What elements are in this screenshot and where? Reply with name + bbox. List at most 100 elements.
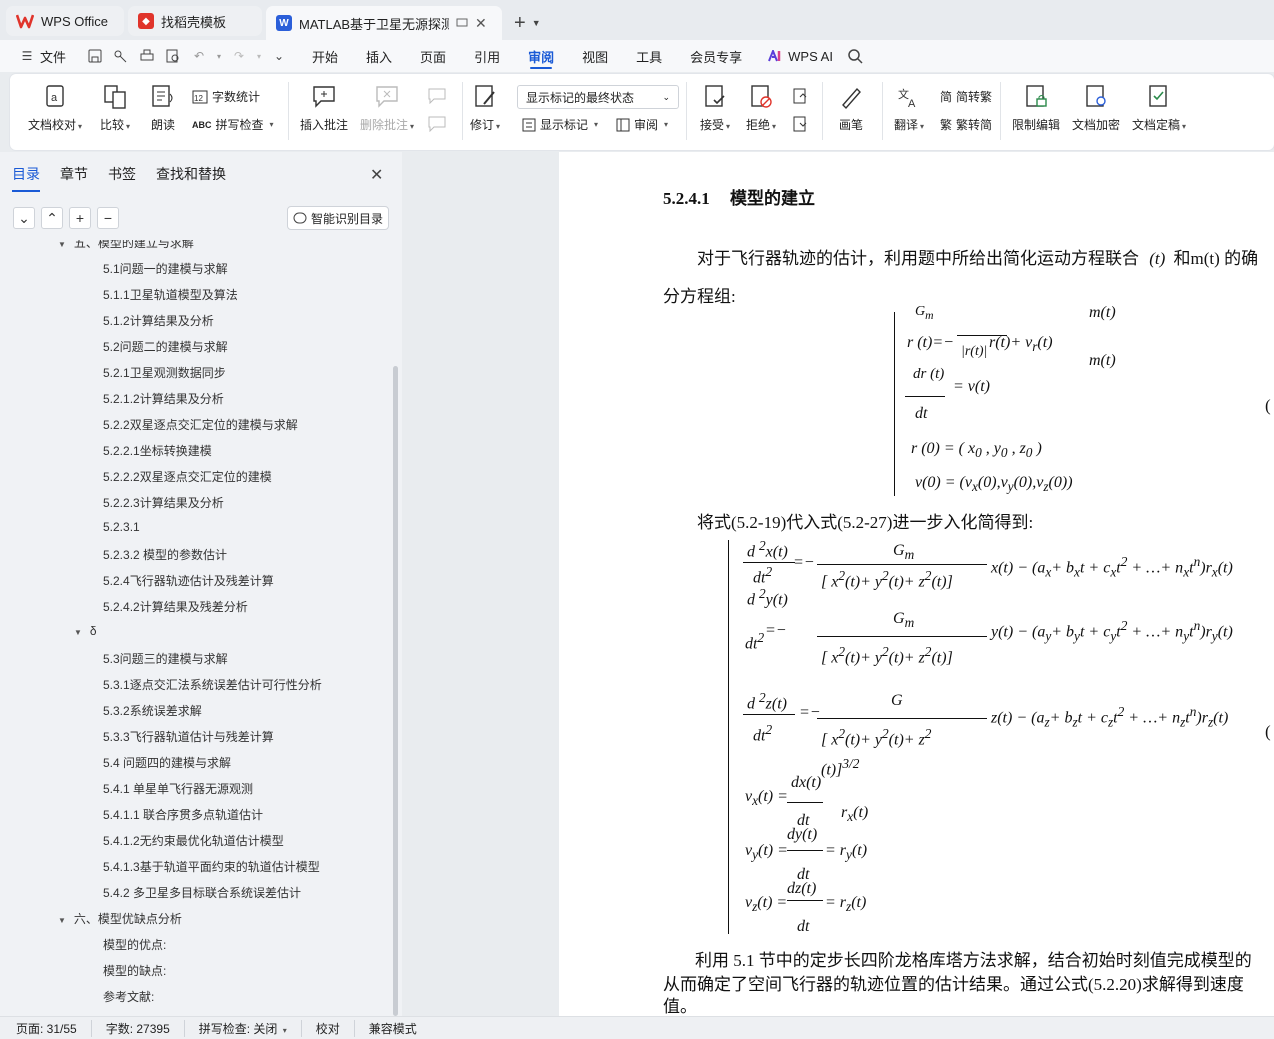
translate-button[interactable]: 文A 翻译 ▾ (894, 84, 924, 133)
toc-item[interactable]: 5.2.3.1 (103, 520, 140, 534)
toc-item[interactable]: 模型的优点: (103, 936, 166, 953)
toc-item[interactable]: 5.2.4.2计算结果及残差分析 (103, 598, 248, 615)
toc-item[interactable]: 5.4.1 单星单飞行器无源观测 (103, 780, 253, 797)
toc-item[interactable]: 5.4.1.1 联合序贯多点轨道估计 (103, 806, 263, 823)
redo-icon[interactable]: ↷ (228, 45, 250, 67)
toc-item[interactable]: 5.4 问题四的建模与求解 (103, 754, 231, 771)
tab-template[interactable]: ◆ 找稻壳模板 (128, 6, 262, 36)
menu-file[interactable]: 文件 (40, 40, 66, 72)
close-icon[interactable]: ✕ (475, 15, 487, 32)
menu-tools[interactable]: 工具 (636, 40, 662, 72)
toc-item[interactable]: 5.2.2双星逐点交汇定位的建模与求解 (103, 416, 298, 433)
remove-heading-button[interactable]: − (97, 207, 119, 229)
toc-item[interactable]: 5.2.2.3计算结果及分析 (103, 494, 224, 511)
toc-item[interactable]: 5.2.3.2 模型的参数估计 (103, 546, 227, 563)
expand-toggle-icon[interactable]: ▼ (58, 916, 66, 925)
prev-comment-button[interactable] (428, 88, 446, 104)
to-traditional-button[interactable]: 繁 繁转简 (940, 116, 992, 133)
tab-chapter[interactable]: 章节 (60, 164, 88, 192)
undo-dropdown-icon[interactable]: ▾ (214, 45, 224, 67)
expand-toggle-icon[interactable]: ▼ (74, 628, 82, 637)
toc-item[interactable]: 5.1.1卫星轨道模型及算法 (103, 286, 238, 303)
new-tab-icon[interactable]: + (514, 12, 526, 35)
toc-item[interactable]: 5.2.1.2计算结果及分析 (103, 390, 224, 407)
menu-view[interactable]: 视图 (582, 40, 608, 72)
toc-item[interactable]: ▼ 五、模型的建立与求解 (58, 240, 194, 251)
share-icon[interactable] (110, 45, 132, 67)
delete-comment-button[interactable]: 删除批注 ▾ (360, 84, 414, 133)
menu-reference[interactable]: 引用 (474, 40, 500, 72)
menu-wps-ai[interactable]: WPS AI (788, 40, 833, 72)
menu-member[interactable]: 会员专享 (690, 40, 742, 72)
toc-item[interactable]: 5.3.1逐点交汇法系统误差估计可行性分析 (103, 676, 322, 693)
document-page[interactable]: 5.2.4.1 模型的建立 对于飞行器轨迹的估计，利用题中所给出简化运动方程联合… (559, 152, 1274, 1016)
redo-dropdown-icon[interactable]: ▾ (254, 45, 264, 67)
toc-item[interactable]: 5.4.1.2无约束最优化轨道估计模型 (103, 832, 284, 849)
to-simplified-button[interactable]: 简 简转繁 (940, 88, 992, 105)
finalize-button[interactable]: 文档定稿 ▾ (1132, 84, 1186, 133)
expand-toggle-icon[interactable]: ▼ (58, 240, 66, 249)
prev-change-button[interactable] (792, 88, 808, 104)
toc-item[interactable]: 模型的缺点: (103, 962, 166, 979)
toc-item[interactable]: 5.4.2 多卫星多目标联合系统误差估计 (103, 884, 301, 901)
toc-item[interactable]: 5.3.2系统误差求解 (103, 702, 202, 719)
word-count[interactable]: 字数: 27395 (106, 1019, 185, 1037)
show-markup-button[interactable]: 显示标记 ▾ (522, 116, 598, 133)
toc-scrollbar[interactable] (393, 366, 398, 1016)
restrict-edit-button[interactable]: 限制编辑 (1012, 84, 1060, 133)
menu-page[interactable]: 页面 (420, 40, 446, 72)
markup-state-select[interactable]: 显示标记的最终状态 ⌄ (517, 85, 679, 109)
page-indicator[interactable]: 页面: 31/55 (16, 1019, 92, 1037)
tab-find-replace[interactable]: 查找和替换 (156, 164, 226, 192)
tab-bookmark[interactable]: 书签 (108, 164, 136, 192)
toc-item[interactable]: 5.2问题二的建模与求解 (103, 338, 228, 355)
menu-insert[interactable]: 插入 (366, 40, 392, 72)
next-change-button[interactable] (792, 116, 808, 132)
toc-item[interactable]: 5.2.2.1坐标转换建模 (103, 442, 212, 459)
reject-button[interactable]: 拒绝 ▾ (746, 84, 776, 133)
collapse-all-button[interactable]: ⌃ (41, 207, 63, 229)
toc-item[interactable]: ▼ 六、模型优缺点分析 (58, 910, 182, 927)
tab-toc[interactable]: 目录 (12, 164, 40, 192)
print-icon[interactable] (136, 45, 158, 67)
toc-item[interactable]: 参考文献: (103, 988, 154, 1005)
read-aloud-button[interactable]: 朗读 (150, 84, 176, 133)
toc-item[interactable]: 5.3问题三的建模与求解 (103, 650, 228, 667)
pen-button[interactable]: 画笔 (838, 84, 864, 133)
proof-status[interactable]: 校对 (316, 1019, 355, 1037)
compare-button[interactable]: 比较 ▾ (100, 84, 130, 133)
more-dropdown-icon[interactable]: ⌄ (268, 45, 290, 67)
toc-item[interactable]: ▼ δ (74, 624, 97, 638)
chevron-down-icon[interactable]: ▼ (532, 18, 541, 28)
next-comment-button[interactable] (428, 116, 446, 132)
toc-item[interactable]: 5.2.1卫星观测数据同步 (103, 364, 226, 381)
menu-review[interactable]: 审阅 (528, 40, 554, 72)
toc-item[interactable]: 5.4.1.3基于轨道平面约束的轨道估计模型 (103, 858, 320, 875)
toc-item[interactable]: 5.1.2计算结果及分析 (103, 312, 214, 329)
undo-icon[interactable]: ↶ (188, 45, 210, 67)
expand-all-button[interactable]: ⌄ (13, 207, 35, 229)
encrypt-button[interactable]: 文档加密 (1072, 84, 1120, 133)
tab-document[interactable]: W MATLAB基于卫星无源探测的空 ✕ (266, 6, 502, 40)
toc-item[interactable]: 5.2.4飞行器轨迹估计及残差计算 (103, 572, 274, 589)
search-icon[interactable] (845, 45, 867, 67)
toc-item[interactable]: 5.1问题一的建模与求解 (103, 260, 228, 277)
proof-button[interactable]: a 文档校对 ▾ (28, 84, 82, 133)
save-icon[interactable] (84, 45, 106, 67)
close-icon[interactable]: ✕ (370, 165, 383, 185)
accept-button[interactable]: 接受 ▾ (700, 84, 730, 133)
revise-button[interactable]: 修订 ▾ (470, 84, 500, 133)
spellcheck-status[interactable]: 拼写检查: 关闭 ▾ (199, 1019, 302, 1037)
toc-item[interactable]: 5.3.3飞行器轨道估计与残差计算 (103, 728, 274, 745)
menu-home[interactable]: 开始 (312, 40, 338, 72)
hamburger-icon[interactable]: ☰ (16, 45, 38, 67)
review-pane-button[interactable]: 审阅 ▾ (616, 116, 668, 133)
insert-comment-button[interactable]: 插入批注 (300, 84, 348, 133)
add-heading-button[interactable]: + (69, 207, 91, 229)
spellcheck-button[interactable]: ABC 拼写检查 ▾ (192, 116, 274, 133)
smart-toc-button[interactable]: 智能识别目录 (287, 206, 389, 230)
print-preview-icon[interactable] (162, 45, 184, 67)
tab-wps-office[interactable]: WPS Office (6, 6, 124, 36)
wordcount-button[interactable]: 12 字数统计 (192, 88, 260, 105)
toc-item[interactable]: 5.2.2.2双星逐点交汇定位的建模 (103, 468, 272, 485)
